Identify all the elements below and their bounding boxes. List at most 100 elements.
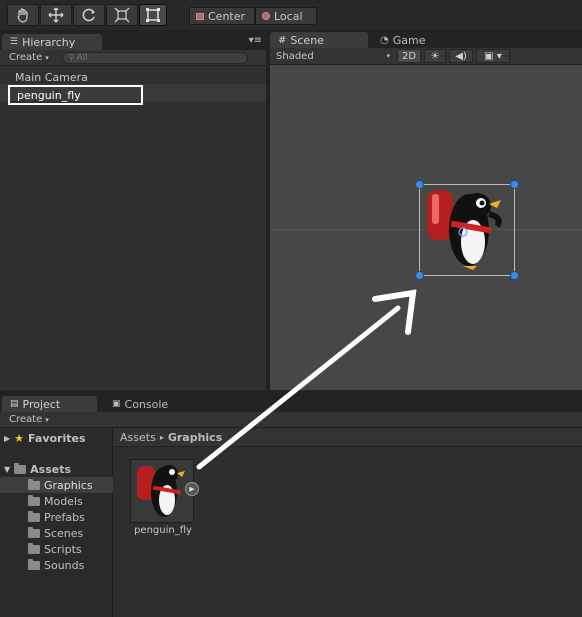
folder-icon: [28, 494, 40, 506]
main-toolbar: Center Local: [0, 0, 582, 30]
folder-label: Prefabs: [44, 510, 85, 524]
breadcrumb-current[interactable]: Graphics: [168, 431, 222, 444]
resize-handle-top-left[interactable]: [415, 180, 424, 189]
tab-scene[interactable]: # Scene: [270, 32, 368, 48]
rotate-icon: [82, 8, 95, 22]
hierarchy-item-main-camera[interactable]: Main Camera: [8, 69, 88, 85]
collapse-arrow-icon: ▼: [4, 464, 11, 474]
shading-mode-dropdown[interactable]: Shaded ▾: [276, 50, 394, 63]
project-create-button[interactable]: Create ▾: [4, 413, 54, 427]
pivot-label: Center: [208, 9, 246, 23]
panel-menu-icon[interactable]: ▾≡: [249, 35, 262, 46]
scale-tool-button[interactable]: [106, 4, 138, 26]
star-icon: ★: [14, 431, 25, 445]
scene-toolbar: Shaded ▾ 2D ☀ ◀) ▣ ▾: [270, 48, 582, 65]
asset-thumbnail[interactable]: ▶: [130, 459, 199, 523]
folder-label: Scenes: [44, 526, 84, 540]
folder-label: Models: [44, 494, 83, 508]
folder-item-scenes[interactable]: Scenes: [28, 525, 83, 541]
resize-handle-top-right[interactable]: [510, 180, 519, 189]
resize-handle-bottom-right[interactable]: [510, 271, 519, 280]
lighting-toggle[interactable]: ☀: [424, 49, 446, 63]
hierarchy-tabbar: ☰ Hierarchy ▾≡: [0, 32, 266, 50]
grid-icon: #: [278, 34, 287, 46]
project-tabbar: ▤ Project ▣ Console: [0, 394, 582, 412]
hierarchy-subbar: Create ▾ ⚲ All: [0, 50, 266, 66]
hierarchy-tab-icon: ☰: [10, 37, 19, 47]
game-tab-label: Game: [392, 33, 426, 47]
chevron-down-icon: ▾: [45, 53, 49, 62]
folder-icon: [28, 526, 40, 538]
folder-icon: [28, 478, 40, 490]
chevron-down-icon: ▾: [386, 52, 390, 60]
console-tab-label: Console: [124, 397, 169, 411]
audio-toggle[interactable]: ◀): [449, 49, 473, 63]
folder-icon: [28, 510, 40, 522]
penguin-sprite: [427, 190, 502, 270]
scene-tab-label: Scene: [290, 33, 324, 47]
chevron-down-icon: ▾: [45, 415, 49, 424]
hierarchy-item-label: Main Camera: [15, 70, 88, 84]
search-placeholder: All: [76, 52, 88, 63]
folder-label: Sounds: [44, 558, 85, 572]
folder-icon: [14, 462, 27, 474]
hierarchy-tab-label: Hierarchy: [22, 35, 76, 49]
image-icon: ▣ ▾: [484, 50, 502, 62]
tab-project[interactable]: ▤ Project: [2, 396, 97, 412]
scale-icon: [114, 7, 130, 23]
space-local-button[interactable]: Local: [255, 7, 317, 25]
pivot-icon: [196, 12, 204, 20]
pacman-icon: ◔: [380, 34, 389, 46]
move-tool-button[interactable]: [40, 4, 72, 26]
scene-panel: # Scene ◔ Game Shaded ▾ 2D ☀ ◀) ▣ ▾: [270, 32, 582, 390]
tab-hierarchy[interactable]: ☰ Hierarchy: [2, 34, 102, 50]
space-label: Local: [274, 9, 303, 23]
sun-icon: ☀: [430, 50, 440, 62]
hand-tool-button[interactable]: [7, 4, 39, 26]
folder-label: Graphics: [44, 478, 93, 492]
speaker-icon: ◀): [455, 50, 467, 62]
hierarchy-item-label: penguin_fly: [17, 88, 81, 102]
folder-item-prefabs[interactable]: Prefabs: [28, 509, 85, 525]
expand-arrow-icon: ▶: [4, 433, 11, 443]
breadcrumb: Assets ▸ Graphics: [114, 429, 582, 447]
favorites-label: Favorites: [28, 431, 86, 445]
assets-label: Assets: [30, 462, 72, 476]
rect-tool-button[interactable]: [139, 4, 167, 26]
project-create-label: Create: [9, 414, 43, 425]
search-icon: ⚲: [68, 53, 75, 62]
folder-item-models[interactable]: Models: [28, 493, 83, 509]
hierarchy-item-penguin-fly[interactable]: penguin_fly: [8, 85, 143, 105]
tab-game[interactable]: ◔ Game: [372, 32, 442, 48]
breadcrumb-separator-icon: ▸: [159, 433, 164, 442]
assets-node[interactable]: ▼ Assets: [4, 461, 71, 477]
resize-handle-bottom-left[interactable]: [415, 271, 424, 280]
project-panel: ▤ Project ▣ Console Create ▾ ▶ ★ Favorit…: [0, 394, 582, 617]
folder-item-scripts[interactable]: Scripts: [28, 541, 82, 557]
tab-console[interactable]: ▣ Console: [104, 396, 184, 412]
folder-item-sounds[interactable]: Sounds: [28, 557, 84, 573]
console-icon: ▣: [112, 399, 121, 409]
pivot-center-button[interactable]: Center: [189, 7, 255, 25]
hierarchy-search-input[interactable]: ⚲ All: [61, 51, 248, 64]
folder-item-graphics[interactable]: Graphics: [28, 477, 93, 493]
folder-label: Scripts: [44, 542, 82, 556]
rotate-tool-button[interactable]: [73, 4, 105, 26]
scene-tabbar: # Scene ◔ Game: [270, 32, 582, 48]
sprite-selection-rect[interactable]: [415, 180, 519, 280]
mode-2d-button[interactable]: 2D: [397, 49, 421, 63]
mode-2d-label: 2D: [401, 50, 417, 62]
expand-play-icon[interactable]: ▶: [185, 482, 199, 496]
breadcrumb-root[interactable]: Assets: [120, 431, 156, 444]
favorites-node[interactable]: ▶ ★ Favorites: [4, 430, 86, 446]
folder-tab-icon: ▤: [10, 399, 19, 409]
local-space-icon: [262, 12, 270, 20]
rect-icon: [146, 8, 160, 22]
hierarchy-create-button[interactable]: Create ▾: [4, 51, 54, 65]
move-icon: [48, 7, 64, 23]
effects-dropdown[interactable]: ▣ ▾: [476, 49, 510, 63]
project-subbar: Create ▾: [0, 412, 582, 428]
project-tab-label: Project: [22, 397, 61, 411]
shading-mode-label: Shaded: [276, 50, 314, 62]
hierarchy-panel: ☰ Hierarchy ▾≡ Create ▾ ⚲ All Main Camer…: [0, 32, 266, 390]
